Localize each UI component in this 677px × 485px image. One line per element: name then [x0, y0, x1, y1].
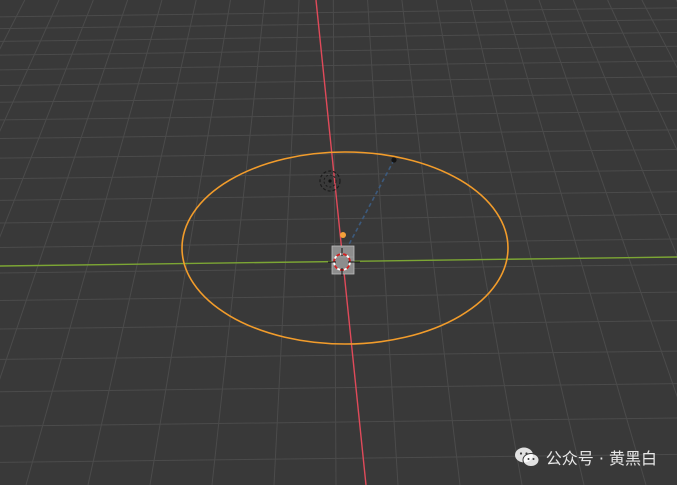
floor-grid — [0, 0, 677, 485]
grid-line — [538, 0, 677, 398]
grid-line — [0, 19, 677, 30]
grid-line — [211, 0, 266, 485]
grid-line — [0, 129, 677, 140]
wechat-icon — [514, 447, 540, 467]
grid-line — [273, 0, 300, 485]
light-target-dot[interactable] — [391, 157, 397, 163]
grid-line — [435, 0, 523, 485]
grid-line — [469, 0, 585, 485]
grid-line — [332, 0, 337, 485]
grid-line — [0, 291, 677, 301]
grid-line — [0, 45, 677, 56]
grid-line — [504, 0, 647, 485]
light-direction-line — [345, 159, 395, 251]
grid-line — [0, 191, 677, 201]
grid-line — [149, 0, 231, 485]
grid-line — [0, 7, 677, 18]
grid-line — [0, 60, 677, 71]
grid-line — [0, 0, 60, 132]
grid-line — [0, 320, 677, 330]
grid-line — [0, 0, 129, 380]
watermark-text: 公众号 · 黄黑白 — [545, 449, 657, 468]
viewport-canvas[interactable] — [0, 0, 677, 485]
3d-viewport[interactable]: 公众号 · 黄黑白 — [0, 0, 677, 485]
grid-line — [0, 169, 677, 180]
grid-line — [0, 350, 677, 360]
watermark: 公众号 · 黄黑白 — [514, 445, 657, 469]
grid-line — [0, 383, 677, 393]
grid-line — [607, 0, 677, 152]
grid-line — [0, 92, 677, 103]
grid-line — [87, 0, 197, 485]
origin-dot[interactable] — [340, 232, 346, 238]
grid-line — [0, 31, 677, 42]
grid-line — [0, 0, 26, 50]
grid-line — [0, 110, 677, 121]
grid-line — [0, 148, 677, 159]
grid-line — [25, 0, 163, 485]
